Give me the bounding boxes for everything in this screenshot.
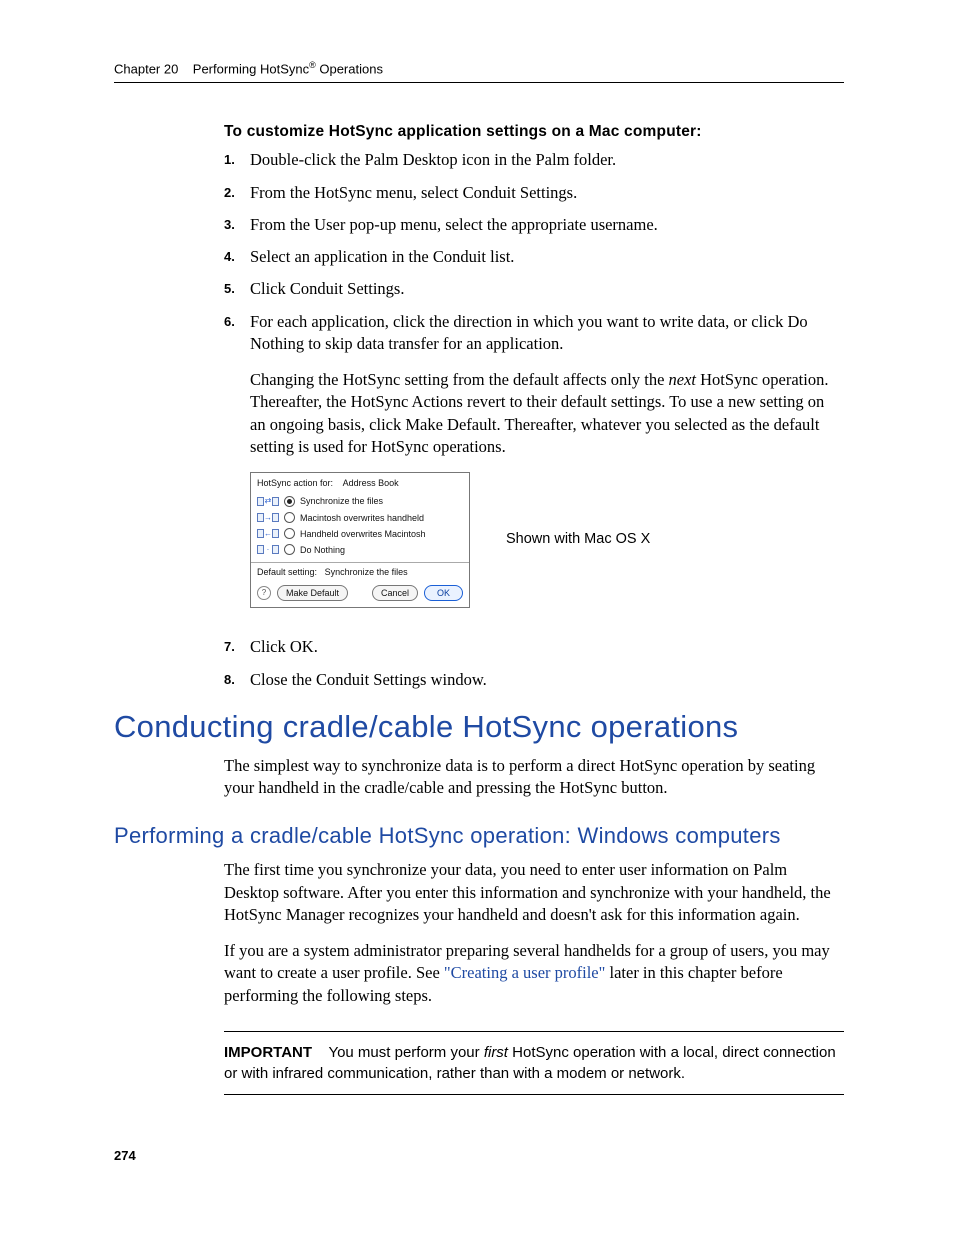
chapter-title-post: Operations bbox=[316, 61, 383, 76]
make-default-button[interactable]: Make Default bbox=[277, 585, 348, 601]
procedure-title: To customize HotSync application setting… bbox=[224, 123, 844, 141]
radio-icon bbox=[284, 496, 295, 507]
option-synchronize[interactable]: ⇄ Synchronize the files bbox=[257, 493, 463, 509]
help-icon[interactable]: ? bbox=[257, 586, 271, 600]
ok-button[interactable]: OK bbox=[424, 585, 463, 601]
default-label: Default setting: bbox=[257, 567, 317, 577]
no-sync-icon: · bbox=[257, 545, 279, 554]
section-heading: Conducting cradle/cable HotSync operatio… bbox=[114, 709, 844, 745]
step-1: Double-click the Palm Desktop icon in th… bbox=[224, 149, 844, 171]
page-number: 274 bbox=[114, 1148, 136, 1163]
step-4: Select an application in the Conduit lis… bbox=[224, 246, 844, 268]
chapter-label: Chapter 20 bbox=[114, 61, 178, 76]
step-2: From the HotSync menu, select Conduit Se… bbox=[224, 182, 844, 204]
option-handheld-overwrites[interactable]: ← Handheld overwrites Macintosh bbox=[257, 526, 463, 542]
running-header: Chapter 20 Performing HotSync® Operation… bbox=[114, 60, 844, 83]
right-arrow-icon: → bbox=[257, 513, 279, 522]
radio-icon bbox=[284, 528, 295, 539]
chapter-title-pre: Performing HotSync bbox=[193, 61, 309, 76]
step-7: Click OK. bbox=[224, 636, 844, 658]
sync-icon: ⇄ bbox=[257, 497, 279, 506]
creating-user-profile-link[interactable]: "Creating a user profile" bbox=[444, 963, 605, 982]
subsection-p2: If you are a system administrator prepar… bbox=[224, 940, 844, 1007]
step-6: For each application, click the directio… bbox=[224, 311, 844, 609]
section-intro: The simplest way to synchronize data is … bbox=[224, 755, 844, 800]
radio-icon bbox=[284, 512, 295, 523]
step-5: Click Conduit Settings. bbox=[224, 278, 844, 300]
step-8: Close the Conduit Settings window. bbox=[224, 669, 844, 691]
dialog-header-label: HotSync action for: bbox=[257, 478, 333, 488]
dialog-header-value: Address Book bbox=[343, 478, 399, 488]
important-note: IMPORTANT You must perform your first Ho… bbox=[224, 1031, 844, 1095]
dialog-caption: Shown with Mac OS X bbox=[506, 530, 650, 550]
subsection-heading: Performing a cradle/cable HotSync operat… bbox=[114, 823, 844, 849]
option-mac-overwrites[interactable]: → Macintosh overwrites handheld bbox=[257, 510, 463, 526]
hotsync-action-dialog: HotSync action for: Address Book ⇄ Synch… bbox=[250, 472, 470, 608]
left-arrow-icon: ← bbox=[257, 529, 279, 538]
step-6-note: Changing the HotSync setting from the de… bbox=[250, 369, 844, 458]
important-label: IMPORTANT bbox=[224, 1044, 312, 1061]
step-3: From the User pop-up menu, select the ap… bbox=[224, 214, 844, 236]
radio-icon bbox=[284, 544, 295, 555]
default-value: Synchronize the files bbox=[325, 567, 408, 577]
cancel-button[interactable]: Cancel bbox=[372, 585, 418, 601]
option-do-nothing[interactable]: · Do Nothing bbox=[257, 542, 463, 558]
procedure-steps: Double-click the Palm Desktop icon in th… bbox=[224, 149, 844, 690]
registered-mark: ® bbox=[309, 60, 316, 70]
subsection-p1: The first time you synchronize your data… bbox=[224, 859, 844, 926]
